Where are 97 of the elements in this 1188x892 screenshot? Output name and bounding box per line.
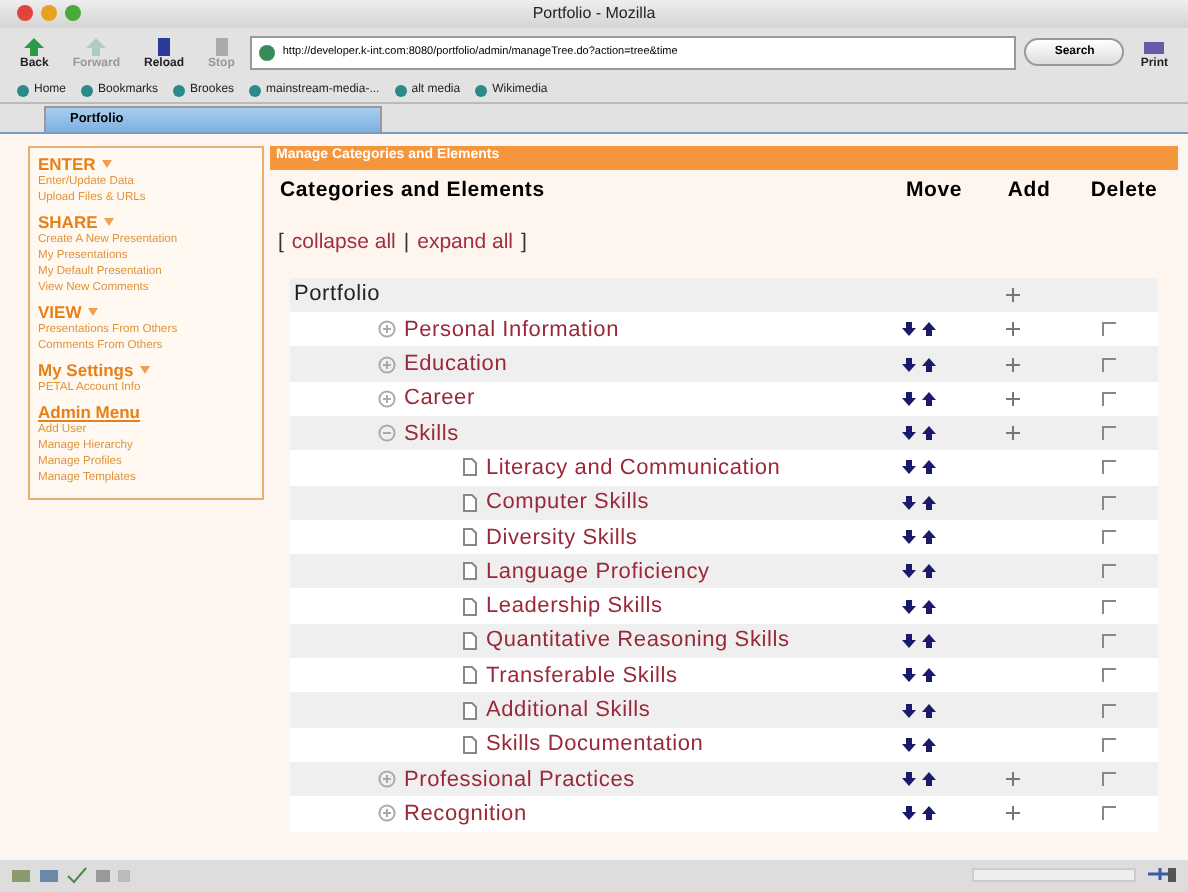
delete-checkbox[interactable] — [1101, 391, 1115, 406]
move-down-icon[interactable] — [901, 599, 915, 614]
bookmark-icon — [172, 83, 187, 98]
move-up-icon[interactable] — [921, 391, 935, 406]
toggle-icon[interactable] — [378, 320, 396, 339]
move-up-icon[interactable] — [921, 599, 935, 614]
delete-checkbox[interactable] — [1101, 772, 1115, 787]
column-header: Add — [1005, 177, 1053, 202]
move-up-icon[interactable] — [921, 633, 935, 648]
move-up-icon[interactable] — [921, 322, 935, 337]
add-icon[interactable] — [1006, 322, 1020, 337]
toggle-icon[interactable] — [378, 389, 396, 408]
bookmark-icon — [16, 83, 30, 98]
move-down-icon[interactable] — [901, 426, 915, 441]
add-icon[interactable] — [1006, 391, 1020, 406]
move-up-icon[interactable] — [921, 668, 935, 683]
toggle-icon[interactable] — [378, 804, 396, 823]
delete-checkbox[interactable] — [1101, 530, 1115, 545]
move-up-icon[interactable] — [921, 737, 935, 752]
delete-checkbox[interactable] — [1101, 564, 1115, 579]
bracket: [ — [278, 229, 284, 254]
bookmark-icon — [80, 83, 95, 98]
tree-item[interactable]: Computer Skills — [486, 490, 650, 515]
delete-checkbox[interactable] — [1101, 495, 1115, 510]
add-icon[interactable] — [1006, 806, 1020, 821]
connection-icon — [1148, 866, 1176, 885]
tree-item[interactable]: Language Proficiency — [486, 559, 710, 584]
move-down-icon[interactable] — [901, 737, 915, 752]
bookmark-icon — [393, 83, 408, 98]
move-down-icon[interactable] — [901, 530, 915, 545]
move-up-icon[interactable] — [921, 530, 935, 545]
delete-checkbox[interactable] — [1101, 322, 1115, 337]
close-icon[interactable] — [16, 4, 34, 23]
move-down-icon[interactable] — [901, 391, 915, 406]
move-down-icon[interactable] — [901, 495, 915, 510]
delete-checkbox[interactable] — [1101, 806, 1115, 821]
column-header: Categories and Elements — [280, 177, 547, 202]
move-down-icon[interactable] — [901, 633, 915, 648]
add-icon[interactable] — [1006, 426, 1020, 441]
tree-item[interactable]: Education — [404, 352, 508, 377]
bookmark-icon — [248, 83, 263, 98]
column-header: Move — [903, 177, 965, 202]
delete-checkbox[interactable] — [1101, 460, 1115, 475]
move-down-icon[interactable] — [901, 322, 915, 337]
move-up-icon[interactable] — [921, 564, 935, 579]
bookmark-icon — [474, 83, 489, 98]
bracket: ] — [520, 229, 527, 254]
tree-link[interactable]: collapse all — [291, 229, 396, 254]
delete-checkbox[interactable] — [1101, 703, 1115, 718]
move-down-icon[interactable] — [901, 668, 915, 683]
move-up-icon[interactable] — [921, 703, 935, 718]
tree-item[interactable]: Transferable Skills — [486, 663, 678, 688]
zoom-icon[interactable] — [64, 4, 82, 23]
column-header: Delete — [1088, 177, 1160, 202]
tree-item[interactable]: Personal Information — [404, 317, 619, 342]
tree-item[interactable]: Professional Practices — [404, 767, 635, 792]
move-down-icon[interactable] — [901, 703, 915, 718]
tree-item[interactable]: Career — [404, 386, 475, 411]
move-down-icon[interactable] — [901, 564, 915, 579]
move-up-icon[interactable] — [921, 357, 935, 372]
tree-item[interactable]: Skills — [404, 421, 459, 446]
move-up-icon[interactable] — [921, 806, 935, 821]
delete-checkbox[interactable] — [1101, 633, 1115, 648]
tree-item[interactable]: Quantitative Reasoning Skills — [486, 628, 790, 653]
delete-checkbox[interactable] — [1101, 668, 1115, 683]
toggle-icon[interactable] — [378, 424, 396, 443]
toolbar-icon — [84, 35, 109, 58]
site-icon — [258, 43, 277, 62]
add-icon[interactable] — [1006, 287, 1020, 302]
toolbar-icon — [22, 35, 47, 58]
tree-item[interactable]: Diversity Skills — [486, 525, 638, 550]
tree-item[interactable]: Leadership Skills — [486, 594, 663, 619]
move-up-icon[interactable] — [921, 772, 935, 787]
move-down-icon[interactable] — [901, 806, 915, 821]
delete-checkbox[interactable] — [1101, 737, 1115, 752]
delete-checkbox[interactable] — [1101, 357, 1115, 372]
delete-checkbox[interactable] — [1101, 599, 1115, 614]
move-up-icon[interactable] — [921, 460, 935, 475]
tree-item[interactable]: Recognition — [404, 801, 527, 826]
move-down-icon[interactable] — [901, 772, 915, 787]
add-icon[interactable] — [1006, 772, 1020, 787]
tree-link[interactable]: expand all — [417, 229, 513, 254]
move-down-icon[interactable] — [901, 460, 915, 475]
tree-root: Portfolio — [294, 282, 381, 307]
tree-item[interactable]: Skills Documentation — [486, 732, 704, 757]
tree-item[interactable]: Additional Skills — [486, 698, 651, 723]
separator: | — [403, 229, 410, 254]
toggle-icon[interactable] — [378, 355, 396, 374]
status-icons-drawing — [12, 866, 132, 885]
move-up-icon[interactable] — [921, 426, 935, 441]
toggle-icon[interactable] — [378, 770, 396, 789]
tree-item[interactable]: Literacy and Communication — [486, 455, 781, 480]
move-up-icon[interactable] — [921, 495, 935, 510]
delete-checkbox[interactable] — [1101, 426, 1115, 441]
move-down-icon[interactable] — [901, 357, 915, 372]
window-title: Portfolio - Mozilla — [530, 4, 658, 23]
add-icon[interactable] — [1006, 357, 1020, 372]
